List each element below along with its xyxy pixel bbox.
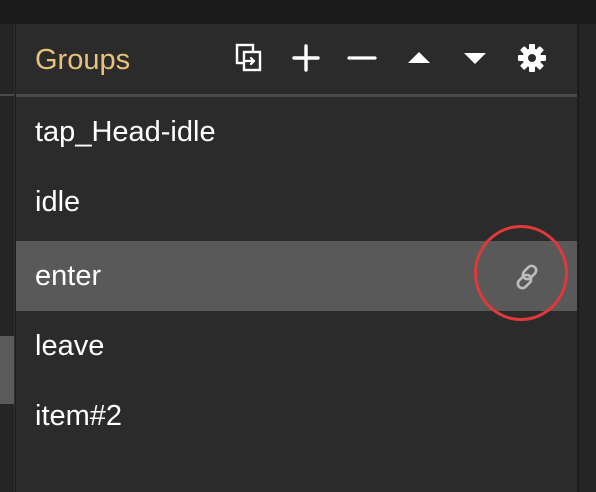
- list-item[interactable]: leave: [16, 311, 577, 381]
- plus-icon: [292, 44, 320, 72]
- triangle-up-icon: [408, 52, 430, 63]
- top-bar: [0, 0, 596, 24]
- left-pane-edge: [0, 24, 15, 492]
- duplicate-group-button[interactable]: [233, 42, 265, 74]
- list-item-label: idle: [35, 186, 81, 218]
- gear-icon: [518, 44, 546, 72]
- left-pane-divider: [0, 94, 14, 96]
- triangle-down-icon: [464, 53, 486, 64]
- remove-group-button[interactable]: [346, 42, 378, 74]
- list-item-label: leave: [35, 330, 105, 362]
- minus-icon: [347, 56, 377, 60]
- annotation-highlight-circle: [474, 225, 568, 321]
- group-settings-button[interactable]: [516, 42, 548, 74]
- list-item-selected[interactable]: enter: [16, 225, 577, 321]
- list-item[interactable]: idle: [16, 167, 577, 237]
- move-group-up-button[interactable]: [403, 42, 435, 74]
- list-item[interactable]: tap_Head-idle: [16, 97, 577, 167]
- panel-title: Groups: [35, 44, 131, 76]
- right-pane-edge: [578, 24, 596, 492]
- move-group-down-button[interactable]: [459, 42, 491, 74]
- add-group-button[interactable]: [290, 42, 322, 74]
- list-item-label: tap_Head-idle: [35, 116, 216, 148]
- list-item[interactable]: item#2: [16, 381, 577, 451]
- list-item-label: enter: [35, 260, 102, 292]
- groups-panel: Groups tap_Head-idle idle enter leave it…: [16, 24, 577, 492]
- duplicate-icon: [235, 43, 262, 72]
- list-item-label: item#2: [35, 400, 123, 432]
- groups-panel-header: Groups: [16, 24, 577, 94]
- left-pane-scrollbar-thumb[interactable]: [0, 336, 14, 404]
